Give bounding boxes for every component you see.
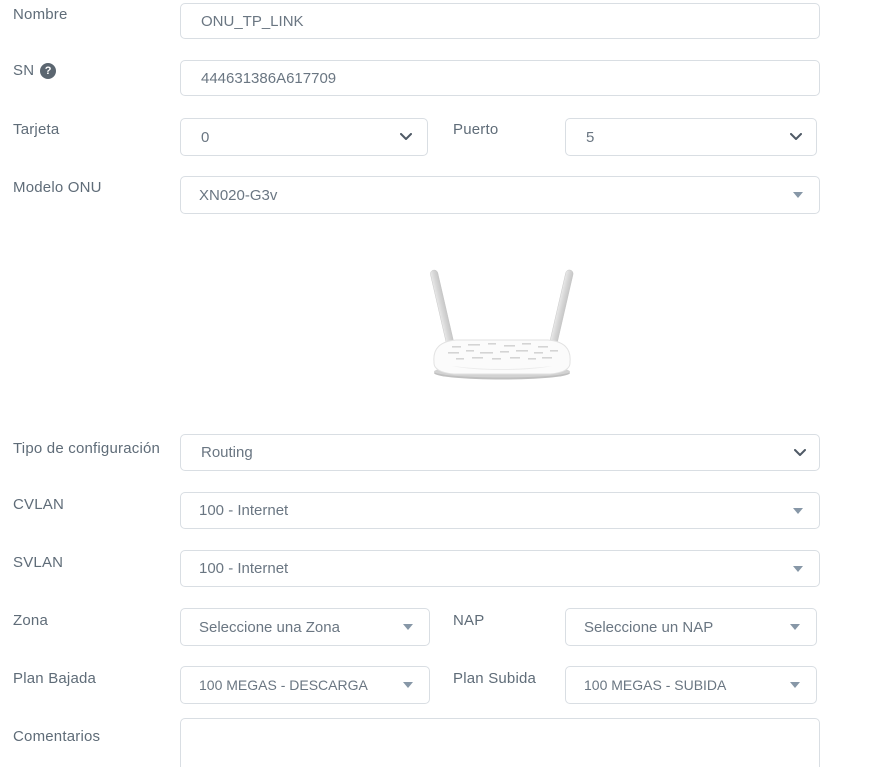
dropdown-arrow-icon <box>793 508 803 514</box>
comentarios-textarea[interactable] <box>180 718 820 767</box>
nap-selected-value: Seleccione un NAP <box>584 619 713 636</box>
cvlan-selected-value: 100 - Internet <box>199 502 288 519</box>
onu-router-product-image <box>422 258 582 388</box>
sn-label: SN ? <box>13 62 56 79</box>
puerto-select[interactable]: 5 <box>565 118 817 156</box>
onu-configuration-form: Nombre SN ? Tarjeta 0 Puerto 5 Modelo ON… <box>0 0 879 767</box>
nap-label: NAP <box>453 612 484 629</box>
nombre-label: Nombre <box>13 6 68 23</box>
plan-subida-dropdown[interactable]: 100 MEGAS - SUBIDA <box>565 666 817 704</box>
svlan-label: SVLAN <box>13 554 63 571</box>
puerto-label: Puerto <box>453 121 498 138</box>
modelo-onu-selected-value: XN020-G3v <box>199 187 277 204</box>
zona-dropdown[interactable]: Seleccione una Zona <box>180 608 430 646</box>
svlan-selected-value: 100 - Internet <box>199 560 288 577</box>
modelo-onu-label: Modelo ONU <box>13 179 102 196</box>
tipo-configuracion-label: Tipo de configuración <box>13 440 160 457</box>
tarjeta-label: Tarjeta <box>13 121 59 138</box>
dropdown-arrow-icon <box>790 624 800 630</box>
comentarios-label: Comentarios <box>13 728 100 745</box>
svlan-dropdown[interactable]: 100 - Internet <box>180 550 820 587</box>
plan-subida-label: Plan Subida <box>453 670 536 687</box>
sn-input[interactable] <box>180 60 820 96</box>
zona-selected-value: Seleccione una Zona <box>199 619 340 636</box>
plan-bajada-selected-value: 100 MEGAS - DESCARGA <box>199 677 368 693</box>
plan-bajada-dropdown[interactable]: 100 MEGAS - DESCARGA <box>180 666 430 704</box>
dropdown-arrow-icon <box>793 192 803 198</box>
dropdown-arrow-icon <box>790 682 800 688</box>
nombre-input[interactable] <box>180 3 820 39</box>
tarjeta-select[interactable]: 0 <box>180 118 428 156</box>
modelo-onu-dropdown[interactable]: XN020-G3v <box>180 176 820 214</box>
zona-label: Zona <box>13 612 48 629</box>
tipo-configuracion-select[interactable]: Routing <box>180 434 820 471</box>
sn-label-text: SN <box>13 62 34 79</box>
dropdown-arrow-icon <box>793 566 803 572</box>
nap-dropdown[interactable]: Seleccione un NAP <box>565 608 817 646</box>
plan-bajada-label: Plan Bajada <box>13 670 96 687</box>
plan-subida-selected-value: 100 MEGAS - SUBIDA <box>584 677 726 693</box>
dropdown-arrow-icon <box>403 682 413 688</box>
cvlan-dropdown[interactable]: 100 - Internet <box>180 492 820 529</box>
question-circle-icon[interactable]: ? <box>40 63 56 79</box>
dropdown-arrow-icon <box>403 624 413 630</box>
cvlan-label: CVLAN <box>13 496 64 513</box>
